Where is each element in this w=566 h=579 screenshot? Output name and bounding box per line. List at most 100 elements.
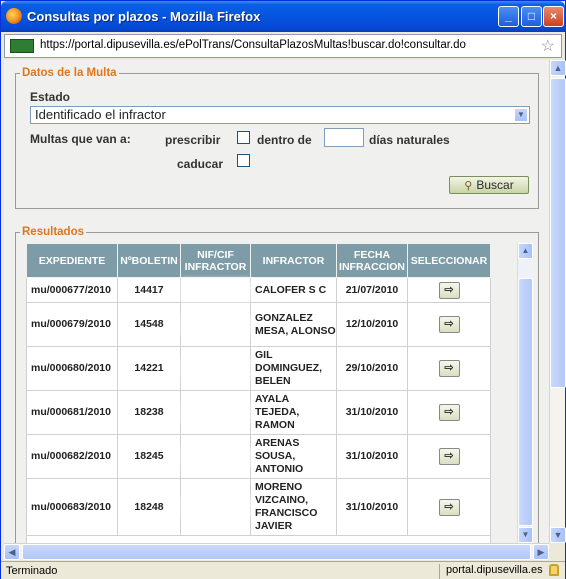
status-text: Terminado — [6, 565, 58, 577]
table-row: mu/000682/2010 18245 ARENAS SOUSA, ANTON… — [26, 434, 491, 479]
table-row — [26, 535, 491, 543]
prescribir-label: prescribir — [165, 133, 221, 147]
cell-fecha: 12/10/2010 — [336, 302, 408, 347]
cell-fecha: 31/10/2010 — [336, 390, 408, 435]
minimize-button[interactable]: _ — [498, 6, 519, 27]
cell-expediente: mu/000682/2010 — [26, 434, 118, 479]
cell-expediente: mu/000677/2010 — [26, 277, 118, 303]
col-expediente: EXPEDIENTE — [26, 243, 118, 278]
table-row: mu/000680/2010 14221 GIL DOMINGUEZ, BELE… — [26, 346, 491, 391]
redacted-nif — [185, 283, 246, 297]
redacted-nif — [185, 317, 246, 332]
select-row-button[interactable]: ⇨ — [438, 498, 460, 516]
page-scroll-up-icon[interactable]: ▲ — [550, 60, 566, 76]
cell-infractor: MORENO VIZCAINO, FRANCISCO JAVIER — [250, 478, 337, 536]
page-scroll-down-icon[interactable]: ▼ — [550, 527, 566, 543]
multas-label: Multas que van a: — [30, 132, 131, 146]
dias-naturales-label: días naturales — [369, 133, 450, 147]
scroll-left-icon[interactable]: ◀ — [4, 544, 20, 560]
address-bar[interactable]: https://portal.dipusevilla.es/ePolTrans/… — [4, 34, 562, 58]
caducar-checkbox[interactable] — [237, 154, 250, 167]
cell-nif — [180, 390, 251, 435]
caducar-label: caducar — [177, 157, 224, 171]
cell-nif — [180, 434, 251, 479]
cell-fecha: 21/07/2010 — [336, 277, 408, 303]
cell-seleccionar: ⇨ — [407, 478, 491, 536]
cell-seleccionar: ⇨ — [407, 302, 491, 347]
page-content: Datos de la Multa Estado Identificado el… — [4, 60, 549, 543]
estado-selected-value: Identificado el infractor — [35, 107, 166, 122]
select-row-button[interactable]: ⇨ — [438, 316, 460, 333]
search-icon: ⚲ — [464, 180, 473, 192]
cell-seleccionar: ⇨ — [407, 434, 491, 479]
cell-seleccionar: ⇨ — [407, 346, 491, 391]
cell-seleccionar: ⇨ — [407, 277, 491, 303]
status-domain: portal.dipusevilla.es — [439, 564, 543, 579]
results-scrollbar[interactable]: ▲ ▼ — [517, 243, 533, 543]
cell-boletin: 14417 — [117, 277, 181, 303]
page-horizontal-scrollbar[interactable]: ◀ ▶ — [4, 543, 549, 560]
cell-boletin: 18248 — [117, 478, 181, 536]
scroll-right-icon[interactable]: ▶ — [533, 544, 549, 560]
search-button[interactable]: ⚲ Buscar — [449, 176, 529, 194]
cell-boletin: 18245 — [117, 434, 181, 479]
cell-boletin: 14548 — [117, 302, 181, 347]
site-identity-icon[interactable] — [10, 39, 34, 53]
bookmark-star-icon[interactable]: ☆ — [541, 36, 555, 56]
select-row-button[interactable]: ⇨ — [438, 281, 460, 299]
cell-infractor: AYALA TEJEDA, RAMON — [250, 390, 337, 435]
title-bar[interactable]: Consultas por plazos - Mozilla Firefox _… — [1, 1, 565, 32]
page-hscroll-thumb[interactable] — [22, 544, 531, 560]
scroll-up-icon[interactable]: ▲ — [518, 243, 533, 259]
cell-expediente: mu/000683/2010 — [26, 478, 118, 536]
cell-boletin: 14221 — [117, 346, 181, 391]
prescribir-checkbox[interactable] — [237, 131, 250, 144]
cell-nif — [180, 346, 251, 391]
page-scroll-thumb[interactable] — [550, 78, 566, 388]
scroll-corner — [549, 543, 565, 559]
cell-fecha: 31/10/2010 — [336, 434, 408, 479]
cell-infractor: GIL DOMINGUEZ, BELEN — [250, 346, 337, 391]
col-nif: NIF/CIF INFRACTOR — [180, 243, 251, 278]
select-row-button[interactable]: ⇨ — [438, 360, 460, 377]
col-infractor: INFRACTOR — [250, 243, 337, 278]
cell-boletin: 18238 — [117, 390, 181, 435]
partial-row — [26, 535, 491, 543]
col-seleccionar: SELECCIONAR — [407, 243, 491, 278]
status-bar: Terminado portal.dipusevilla.es — [1, 561, 565, 579]
filters-legend: Datos de la Multa — [22, 67, 117, 79]
cell-expediente: mu/000679/2010 — [26, 302, 118, 347]
redacted-nif — [185, 449, 246, 464]
select-row-button[interactable]: ⇨ — [438, 448, 460, 465]
table-header-row: EXPEDIENTE NºBOLETIN NIF/CIF INFRACTOR I… — [26, 243, 491, 278]
window-title: Consultas por plazos - Mozilla Firefox — [27, 9, 261, 24]
dentro-de-label: dentro de — [257, 133, 312, 147]
results-table-area: EXPEDIENTE NºBOLETIN NIF/CIF INFRACTOR I… — [26, 243, 515, 543]
redacted-nif — [185, 500, 246, 514]
cell-nif — [180, 478, 251, 536]
cell-fecha: 29/10/2010 — [336, 346, 408, 391]
results-table: EXPEDIENTE NºBOLETIN NIF/CIF INFRACTOR I… — [26, 243, 491, 543]
table-row: mu/000677/2010 14417 CALOFER S C 21/07/2… — [26, 277, 491, 303]
cell-expediente: mu/000681/2010 — [26, 390, 118, 435]
results-legend: Resultados — [22, 226, 84, 238]
results-scroll-thumb[interactable] — [518, 278, 533, 526]
chevron-down-icon[interactable]: ▼ — [514, 108, 528, 122]
page-vertical-scrollbar[interactable]: ▲ ▼ — [549, 60, 566, 543]
cell-seleccionar: ⇨ — [407, 390, 491, 435]
select-row-button[interactable]: ⇨ — [438, 404, 460, 421]
close-button[interactable]: × — [543, 6, 564, 27]
maximize-button[interactable]: □ — [521, 6, 542, 27]
url-text[interactable]: https://portal.dipusevilla.es/ePolTrans/… — [40, 39, 466, 51]
cell-infractor: ARENAS SOUSA, ANTONIO — [250, 434, 337, 479]
redacted-nif — [185, 361, 246, 376]
cell-nif — [180, 277, 251, 303]
estado-select[interactable]: Identificado el infractor ▼ — [30, 106, 530, 124]
table-row: mu/000683/2010 18248 MORENO VIZCAINO, FR… — [26, 478, 491, 536]
cell-infractor: GONZALEZ MESA, ALONSO — [250, 302, 337, 347]
dias-input[interactable] — [324, 128, 364, 147]
table-row: mu/000679/2010 14548 GONZALEZ MESA, ALON… — [26, 302, 491, 347]
lock-icon[interactable] — [549, 564, 559, 576]
table-row: mu/000681/2010 18238 AYALA TEJEDA, RAMON… — [26, 390, 491, 435]
scroll-down-icon[interactable]: ▼ — [518, 527, 533, 543]
